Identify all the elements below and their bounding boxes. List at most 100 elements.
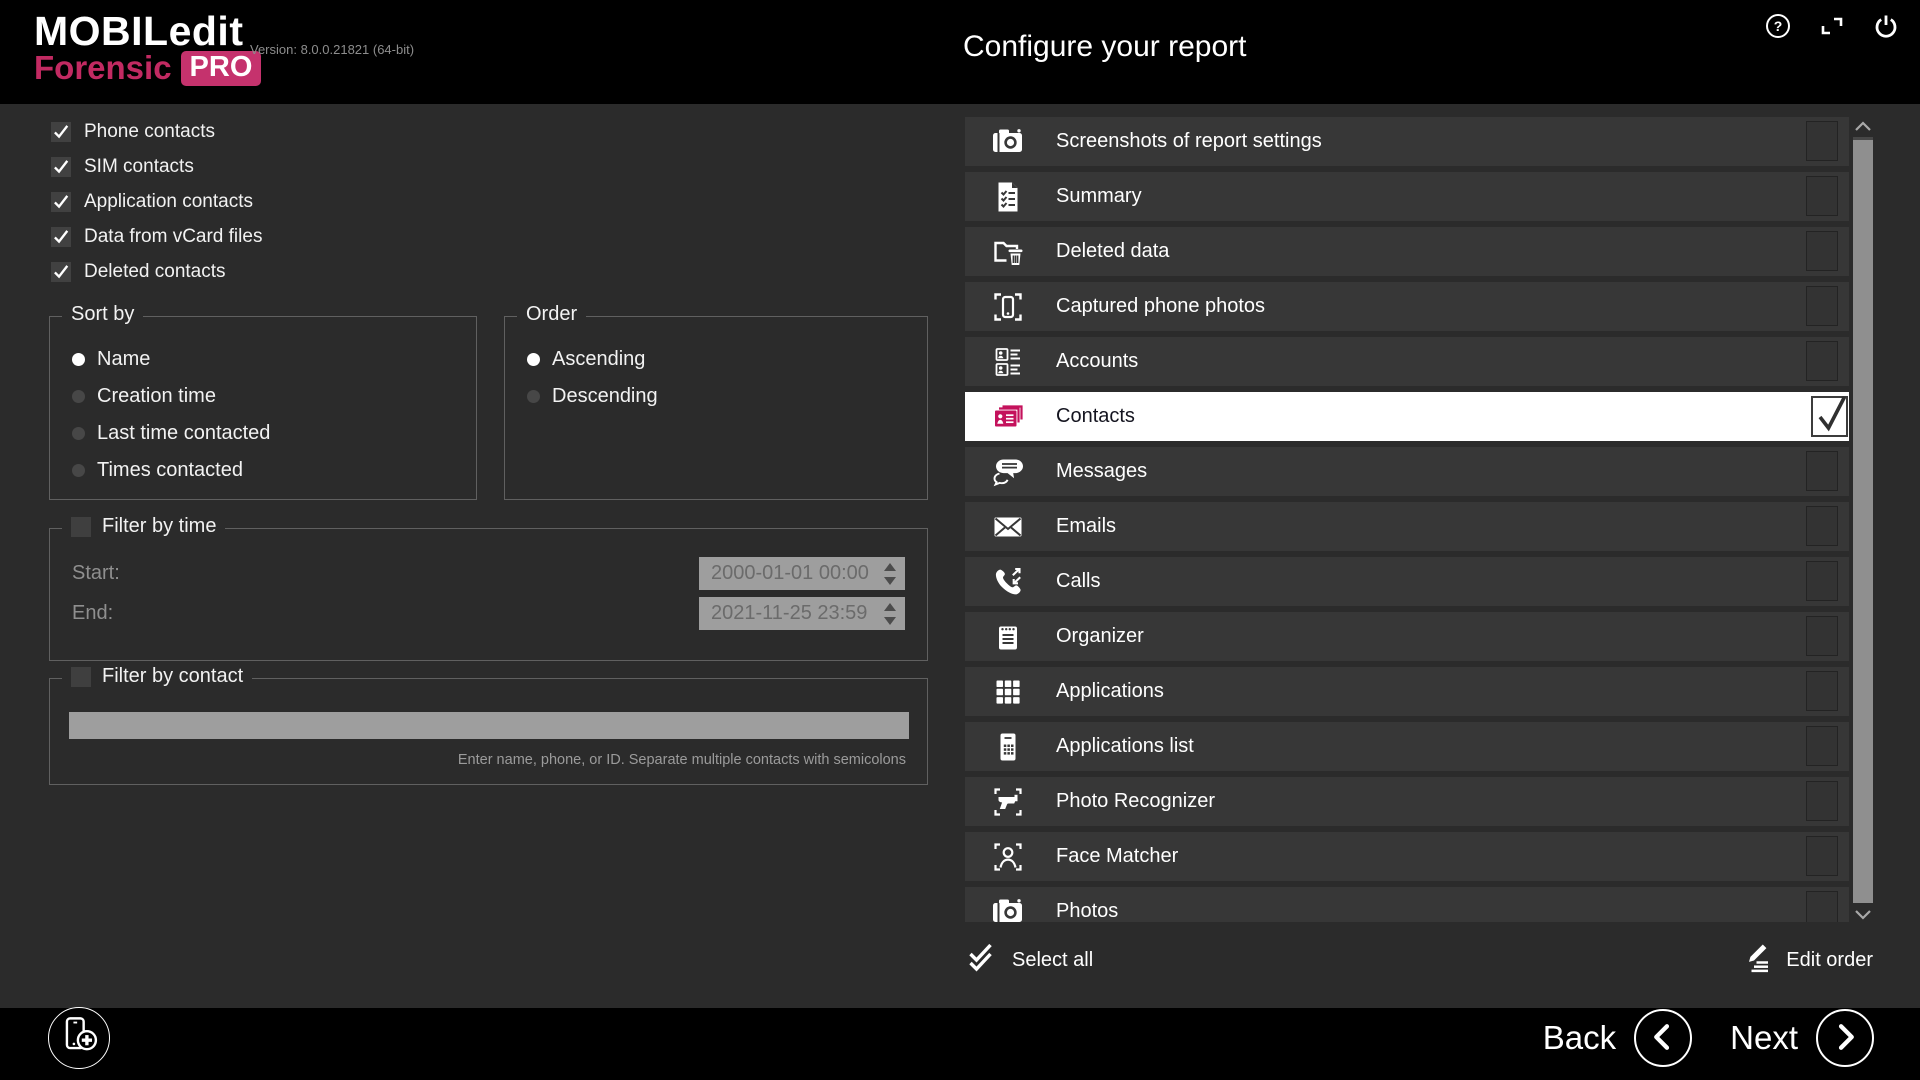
radio-label: Descending: [552, 385, 658, 408]
report-row-checkbox[interactable]: [1806, 891, 1838, 922]
checkbox-label: Deleted contacts: [84, 261, 226, 283]
scrollbar-thumb[interactable]: [1853, 140, 1873, 903]
datetime-input[interactable]: 2021-11-25 23:59: [699, 597, 905, 630]
report-sections-list: Screenshots of report settings Summary Del…: [965, 117, 1849, 922]
report-row-photos[interactable]: Photos: [965, 887, 1849, 922]
spinner-down-icon[interactable]: [884, 577, 896, 585]
scrollbar-down-icon[interactable]: [1853, 908, 1873, 922]
report-row-checkbox[interactable]: [1806, 616, 1838, 656]
datetime-value: 2000-01-01 00:00: [699, 562, 875, 585]
order-radio-ascending[interactable]: Ascending: [527, 347, 927, 371]
order-radio-descending[interactable]: Descending: [527, 384, 927, 408]
report-row-checkbox[interactable]: [1806, 176, 1838, 216]
spinner-control[interactable]: [875, 597, 905, 630]
checkbox-icon[interactable]: [51, 192, 71, 212]
contact-filter-input[interactable]: [69, 712, 909, 739]
checkbox-icon[interactable]: [51, 227, 71, 247]
content-checkbox-data-from-vcard-files[interactable]: Data from vCard files: [51, 225, 262, 249]
select-all-button[interactable]: Select all: [965, 941, 1093, 979]
report-row-checkbox[interactable]: [1806, 451, 1838, 491]
accounts-icon: [988, 342, 1028, 382]
content-checkbox-deleted-contacts[interactable]: Deleted contacts: [51, 260, 262, 284]
sort-by-radio-times-contacted[interactable]: Times contacted: [72, 458, 476, 482]
report-row-label: Photo Recognizer: [1056, 790, 1215, 813]
report-row-checkbox[interactable]: [1806, 286, 1838, 326]
header: MOBILedit Forensic PRO Version: 8.0.0.21…: [0, 0, 1920, 104]
radio-dot-icon[interactable]: [527, 353, 540, 366]
filter-by-contact-checkbox[interactable]: [71, 667, 91, 687]
filter-by-time-checkbox[interactable]: [71, 517, 91, 537]
report-row-messages[interactable]: Messages: [965, 447, 1849, 496]
report-row-checkbox[interactable]: [1806, 121, 1838, 161]
spinner-control[interactable]: [875, 557, 905, 590]
report-row-checkbox[interactable]: [1806, 341, 1838, 381]
datetime-value: 2021-11-25 23:59: [699, 602, 875, 625]
report-row-checkbox[interactable]: [1806, 726, 1838, 766]
checkbox-icon[interactable]: [51, 157, 71, 177]
content-type-checkbox-list: Phone contacts SIM contacts Application co…: [51, 120, 262, 295]
app-logo: MOBILedit Forensic PRO: [34, 8, 261, 87]
report-row-photo-recognizer[interactable]: Photo Recognizer: [965, 777, 1849, 826]
sort-by-radio-last-time-contacted[interactable]: Last time contacted: [72, 421, 476, 445]
report-row-emails[interactable]: Emails: [965, 502, 1849, 551]
checkbox-label: Application contacts: [84, 191, 253, 213]
spinner-up-icon[interactable]: [884, 603, 896, 611]
content-checkbox-application-contacts[interactable]: Application contacts: [51, 190, 262, 214]
report-row-label: Messages: [1056, 460, 1147, 483]
power-icon[interactable]: [1872, 12, 1900, 40]
report-row-applications-list[interactable]: Applications list: [965, 722, 1849, 771]
report-row-checkbox[interactable]: [1806, 836, 1838, 876]
order-options: Ascending Descending: [505, 317, 927, 408]
time-field-end: End:2021-11-25 23:59: [72, 597, 905, 630]
resize-window-icon[interactable]: [1818, 12, 1846, 40]
window-controls: ?: [1764, 12, 1900, 40]
filter-by-contact-group: Filter by contact Enter name, phone, or …: [49, 678, 928, 785]
report-row-checkbox[interactable]: [1806, 671, 1838, 711]
sort-by-radio-creation-time[interactable]: Creation time: [72, 384, 476, 408]
report-row-calls[interactable]: Calls: [965, 557, 1849, 606]
report-row-checkbox[interactable]: [1806, 231, 1838, 271]
edit-order-button[interactable]: Edit order: [1739, 941, 1873, 979]
content-checkbox-phone-contacts[interactable]: Phone contacts: [51, 120, 262, 144]
scrollbar-up-icon[interactable]: [1853, 119, 1873, 133]
report-row-checkbox[interactable]: [1806, 781, 1838, 821]
report-row-accounts[interactable]: Accounts: [965, 337, 1849, 386]
report-row-label: Organizer: [1056, 625, 1144, 648]
report-row-screenshots-of-report-settings[interactable]: Screenshots of report settings: [965, 117, 1849, 166]
report-row-face-matcher[interactable]: Face Matcher: [965, 832, 1849, 881]
report-row-summary[interactable]: Summary: [965, 172, 1849, 221]
checkbox-icon[interactable]: [51, 122, 71, 142]
sort-by-radio-name[interactable]: Name: [72, 347, 476, 371]
chevron-right-icon: [1827, 1019, 1863, 1058]
radio-dot-icon[interactable]: [72, 390, 85, 403]
radio-dot-icon[interactable]: [527, 390, 540, 403]
add-phone-icon: [53, 1010, 105, 1067]
radio-dot-icon[interactable]: [72, 464, 85, 477]
back-button[interactable]: [1634, 1009, 1692, 1067]
report-list-scrollbar[interactable]: [1853, 117, 1873, 922]
report-row-checkbox[interactable]: [1811, 396, 1848, 437]
report-row-captured-phone-photos[interactable]: Captured phone photos: [965, 282, 1849, 331]
content-checkbox-sim-contacts[interactable]: SIM contacts: [51, 155, 262, 179]
report-row-deleted-data[interactable]: Deleted data: [965, 227, 1849, 276]
back-label: Back: [1543, 1019, 1616, 1057]
spinner-up-icon[interactable]: [884, 563, 896, 571]
report-row-checkbox[interactable]: [1806, 506, 1838, 546]
contact-filter-hint: Enter name, phone, or ID. Separate multi…: [50, 752, 906, 768]
report-row-applications[interactable]: Applications: [965, 667, 1849, 716]
radio-dot-icon[interactable]: [72, 427, 85, 440]
report-row-contacts[interactable]: Contacts: [965, 392, 1849, 441]
checkbox-icon[interactable]: [51, 262, 71, 282]
add-phone-button[interactable]: [48, 1007, 110, 1069]
photos-icon: [988, 892, 1028, 923]
report-row-organizer[interactable]: Organizer: [965, 612, 1849, 661]
time-field-label: Start:: [72, 562, 120, 585]
radio-dot-icon[interactable]: [72, 353, 85, 366]
logo-text-forensic: Forensic PRO: [34, 49, 261, 87]
select-all-label: Select all: [1012, 949, 1093, 972]
next-button[interactable]: [1816, 1009, 1874, 1067]
help-icon[interactable]: ?: [1764, 12, 1792, 40]
datetime-input[interactable]: 2000-01-01 00:00: [699, 557, 905, 590]
report-row-checkbox[interactable]: [1806, 561, 1838, 601]
spinner-down-icon[interactable]: [884, 617, 896, 625]
